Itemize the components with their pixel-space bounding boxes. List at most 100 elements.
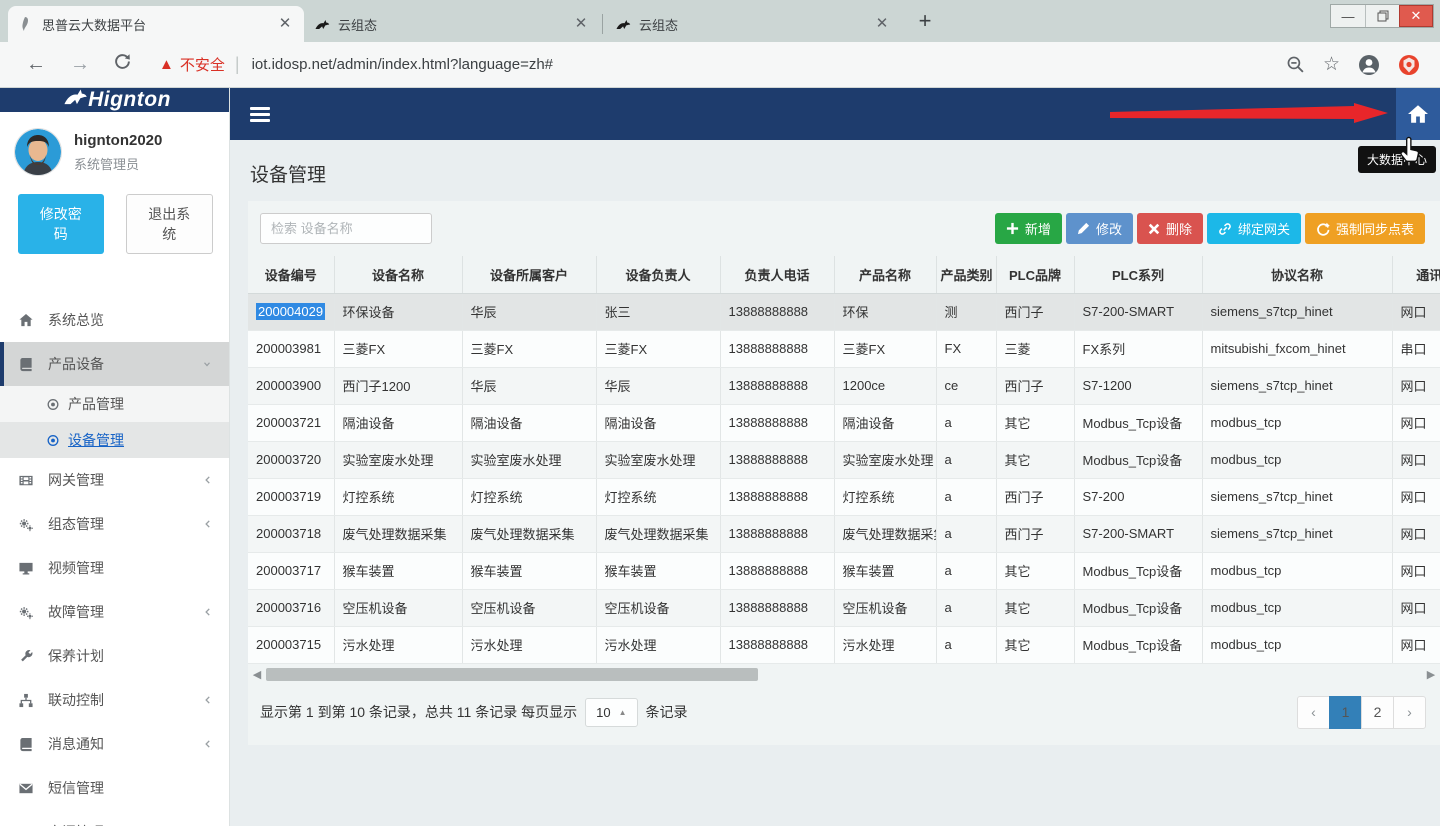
table-cell: 猴车装置 [596, 552, 720, 589]
page-size-select[interactable]: 10▲ [585, 698, 637, 727]
sidebar-item-视频管理[interactable]: 视频管理 [0, 546, 229, 590]
column-header-产品名称[interactable]: 产品名称 [834, 256, 936, 293]
column-header-设备负责人[interactable]: 设备负责人 [596, 256, 720, 293]
antelope-favicon [314, 16, 330, 32]
sidebar-item-label: 短信管理 [48, 778, 213, 798]
sidebar-item-网关管理[interactable]: 网关管理 [0, 458, 229, 502]
browser-tab[interactable]: 云组态 ✕ [304, 6, 600, 42]
table-row[interactable]: 200003715污水处理污水处理污水处理13888888888污水处理a其它M… [248, 626, 1440, 663]
table-cell: 灯控系统 [334, 478, 462, 515]
tab-close-icon[interactable]: ✕ [276, 15, 294, 33]
sidebar-item-系统总览[interactable]: 系统总览 [0, 298, 229, 342]
submenu-item-产品管理[interactable]: 产品管理 [0, 386, 229, 422]
修改-button[interactable]: 修改 [1066, 213, 1133, 244]
sidebar-item-空间管理[interactable]: 空间管理 [0, 810, 229, 826]
sidebar-item-联动控制[interactable]: 联动控制 [0, 678, 229, 722]
sidebar-item-组态管理[interactable]: 组态管理 [0, 502, 229, 546]
caret-up-icon: ▲ [619, 708, 627, 717]
pager-page-2[interactable]: 2 [1361, 696, 1394, 729]
table-cell: 200003981 [248, 330, 334, 367]
column-header-协议名称[interactable]: 协议名称 [1202, 256, 1392, 293]
sidebar-item-产品设备[interactable]: 产品设备 [0, 342, 229, 386]
book-icon [18, 736, 36, 752]
table-cell: 网口 [1392, 367, 1440, 404]
browser-menu-icon[interactable] [1398, 54, 1420, 76]
window-controls: — ✕ [1330, 4, 1434, 28]
profile-icon[interactable] [1358, 54, 1380, 76]
horizontal-scrollbar: ◀ ▶ [250, 666, 1438, 684]
table-cell: Modbus_Tcp设备 [1074, 404, 1202, 441]
column-header-设备所属客户[interactable]: 设备所属客户 [462, 256, 596, 293]
search-input[interactable] [260, 213, 432, 244]
bigdata-home-button[interactable] [1396, 88, 1440, 140]
hamburger-menu-icon[interactable] [250, 104, 270, 125]
table-cell: a [936, 441, 996, 478]
reload-button[interactable] [114, 53, 131, 76]
table-row[interactable]: 200004029环保设备华辰张三13888888888环保测西门子S7-200… [248, 293, 1440, 330]
zoom-out-icon[interactable] [1286, 55, 1305, 74]
restore-button[interactable] [1365, 5, 1399, 27]
column-header-通讯方式[interactable]: 通讯方式 [1392, 256, 1440, 293]
close-button[interactable]: ✕ [1399, 5, 1433, 27]
table-row[interactable]: 200003719灯控系统灯控系统灯控系统13888888888灯控系统a西门子… [248, 478, 1440, 515]
column-header-负责人电话[interactable]: 负责人电话 [720, 256, 834, 293]
app-window: Hignton hignton2020 系统管理员 [0, 88, 1440, 826]
table-cell: 华辰 [596, 367, 720, 404]
browser-tab[interactable]: 云组态 ✕ [605, 6, 901, 42]
sidebar-item-label: 视频管理 [48, 558, 213, 578]
new-tab-button[interactable]: + [911, 8, 939, 34]
scrollbar-track[interactable] [264, 668, 1424, 681]
logout-button[interactable]: 退出系统 [126, 194, 214, 254]
pager-page-1[interactable]: 1 [1329, 696, 1362, 729]
sidebar-item-消息通知[interactable]: 消息通知 [0, 722, 229, 766]
scrollbar-thumb[interactable] [266, 668, 758, 681]
table-row[interactable]: 200003981三菱FX三菱FX三菱FX13888888888三菱FXFX三菱… [248, 330, 1440, 367]
scroll-right-icon[interactable]: ▶ [1424, 668, 1438, 681]
submenu-item-设备管理[interactable]: 设备管理 [0, 422, 229, 458]
pager-next-button[interactable]: › [1393, 696, 1426, 729]
table-cell: 空压机设备 [596, 589, 720, 626]
table-cell: 三菱FX [462, 330, 596, 367]
table-cell: 13888888888 [720, 515, 834, 552]
forward-button[interactable]: → [70, 53, 90, 76]
table-cell: mitsubishi_fxcom_hinet [1202, 330, 1392, 367]
column-header-设备名称[interactable]: 设备名称 [334, 256, 462, 293]
column-header-设备编号[interactable]: 设备编号 [248, 256, 334, 293]
column-header-PLC品牌[interactable]: PLC品牌 [996, 256, 1074, 293]
sidebar-item-短信管理[interactable]: 短信管理 [0, 766, 229, 810]
pagination-info-suffix: 条记录 [646, 702, 688, 722]
新增-button[interactable]: 新增 [995, 213, 1062, 244]
sidebar-item-label: 联动控制 [48, 690, 203, 710]
table-row[interactable]: 200003721隔油设备隔油设备隔油设备13888888888隔油设备a其它M… [248, 404, 1440, 441]
tab-close-icon[interactable]: ✕ [572, 15, 590, 33]
绑定网关-button[interactable]: 绑定网关 [1207, 213, 1301, 244]
minimize-button[interactable]: — [1331, 5, 1365, 27]
scroll-left-icon[interactable]: ◀ [250, 668, 264, 681]
table-cell: S7-1200 [1074, 367, 1202, 404]
sidebar-item-保养计划[interactable]: 保养计划 [0, 634, 229, 678]
table-row[interactable]: 200003718废气处理数据采集废气处理数据采集废气处理数据采集1388888… [248, 515, 1440, 552]
table-cell: FX系列 [1074, 330, 1202, 367]
sidebar-item-故障管理[interactable]: 故障管理 [0, 590, 229, 634]
selected-device-id: 200004029 [256, 303, 325, 320]
security-badge[interactable]: ▲ 不安全 [159, 54, 225, 75]
bookmark-star-icon[interactable]: ☆ [1323, 53, 1340, 76]
change-password-button[interactable]: 修改密码 [18, 194, 104, 254]
table-row[interactable]: 200003716空压机设备空压机设备空压机设备13888888888空压机设备… [248, 589, 1440, 626]
table-row[interactable]: 200003720实验室废水处理实验室废水处理实验室废水处理1388888888… [248, 441, 1440, 478]
table-cell: 华辰 [462, 367, 596, 404]
tab-close-icon[interactable]: ✕ [873, 15, 891, 33]
column-header-产品类别[interactable]: 产品类别 [936, 256, 996, 293]
强制同步点表-button[interactable]: 强制同步点表 [1305, 213, 1425, 244]
pager-prev-button[interactable]: ‹ [1297, 696, 1330, 729]
annotation-arrow [1110, 103, 1390, 127]
avatar [14, 128, 62, 176]
back-button[interactable]: ← [26, 53, 46, 76]
table-cell: 张三 [596, 293, 720, 330]
删除-button[interactable]: 删除 [1137, 213, 1203, 244]
url-text[interactable]: iot.idosp.net/admin/index.html?language=… [252, 56, 1286, 73]
column-header-PLC系列[interactable]: PLC系列 [1074, 256, 1202, 293]
table-row[interactable]: 200003900西门子1200华辰华辰138888888881200cece西… [248, 367, 1440, 404]
browser-tab[interactable]: 思普云大数据平台 ✕ [8, 6, 304, 42]
table-row[interactable]: 200003717猴车装置猴车装置猴车装置13888888888猴车装置a其它M… [248, 552, 1440, 589]
